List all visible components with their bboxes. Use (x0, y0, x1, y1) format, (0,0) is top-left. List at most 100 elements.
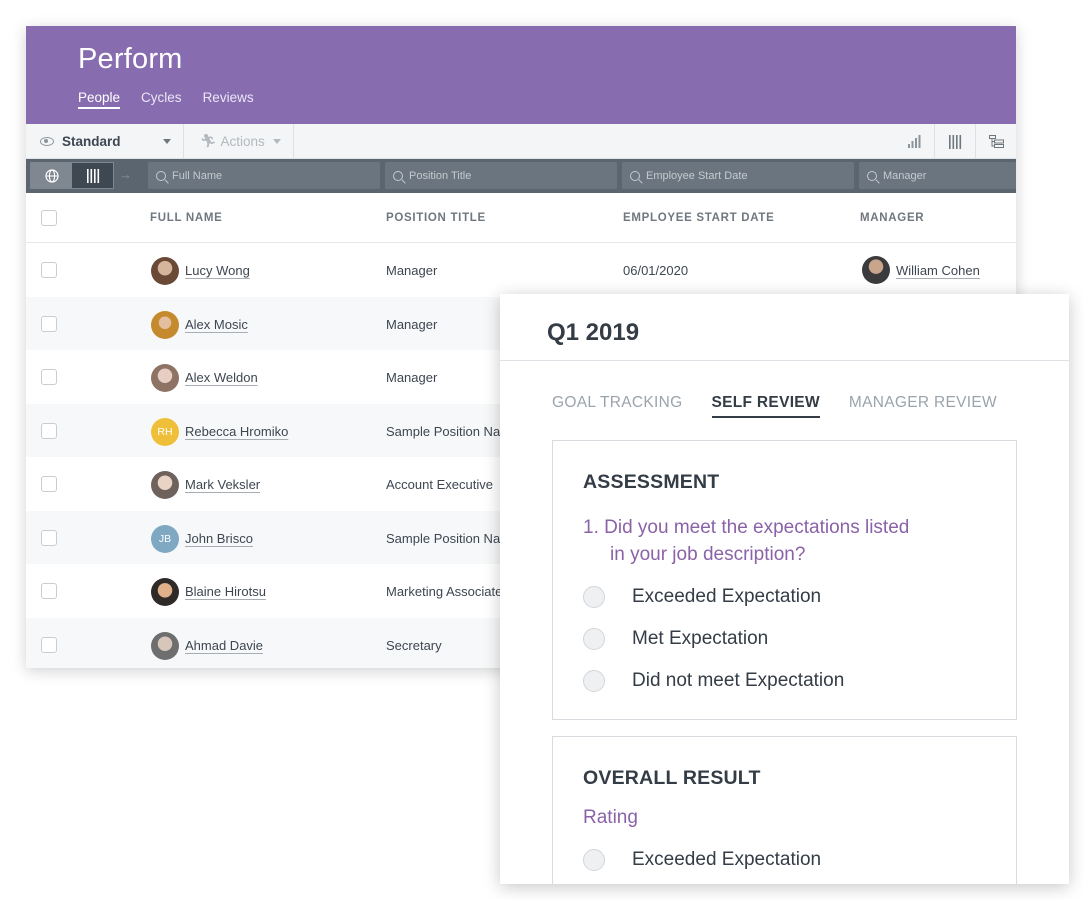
option-label: Exceeded Expectation (632, 586, 822, 607)
column-filter-button[interactable] (72, 163, 113, 188)
position-title: Sample Position Nar (386, 423, 505, 439)
divider (500, 360, 1069, 361)
hierarchy-icon (988, 135, 1004, 148)
row-checkbox[interactable] (41, 636, 57, 653)
review-title: Q1 2019 (547, 319, 640, 346)
option-label: Exceeded Expectation (632, 849, 822, 870)
select-all-checkbox[interactable] (41, 210, 57, 226)
column-header-start-date[interactable]: EMPLOYEE START DATE (623, 212, 775, 224)
start-date-filter[interactable]: Employee Start Date (622, 162, 854, 189)
employee-name-link[interactable]: Ahmad Davie (185, 638, 263, 653)
manager-name-link[interactable]: William Cohen (896, 263, 980, 278)
tree-view-button[interactable] (975, 124, 1016, 159)
option-label: Did not meet Expectation (632, 670, 845, 691)
nav-tab-people[interactable]: People (78, 90, 121, 109)
position-title: Secretary (386, 637, 442, 653)
avatar-initials: JB (151, 524, 179, 553)
app-header: Perform People Cycles Reviews (26, 26, 1016, 124)
run-icon: 🏃︎ (200, 133, 217, 148)
assessment-heading: ASSESSMENT (583, 471, 720, 493)
column-header-position[interactable]: POSITION TITLE (386, 212, 486, 224)
question-line-1: 1. Did you meet the expectations listed (583, 517, 910, 538)
option-exceeded[interactable]: Exceeded Expectation (583, 586, 821, 608)
globe-icon (44, 168, 59, 183)
row-checkbox[interactable] (41, 262, 57, 278)
view-selector-label: Standard (62, 133, 121, 149)
chart-button[interactable] (893, 124, 934, 159)
radio-button[interactable] (583, 670, 605, 692)
avatar (151, 578, 179, 606)
nav-tab-cycles[interactable]: Cycles (141, 90, 182, 109)
toolbar: Standard 🏃︎ Actions (26, 123, 1016, 159)
columns-icon (949, 134, 962, 149)
manager-avatar (862, 256, 890, 284)
chevron-down-icon (163, 138, 171, 144)
row-checkbox[interactable] (41, 529, 57, 546)
employee-name-link[interactable]: Mark Veksler (185, 477, 260, 492)
employee-name-link[interactable]: Lucy Wong (185, 263, 250, 278)
employee-name-link[interactable]: Blaine Hirotsu (185, 584, 266, 599)
row-checkbox[interactable] (41, 422, 57, 439)
avatar (151, 310, 179, 339)
row-checkbox[interactable] (41, 476, 57, 492)
bar-chart-icon (907, 135, 920, 148)
avatar (151, 257, 179, 285)
eye-icon (40, 136, 54, 146)
overall-result-heading: OVERALL RESULT (583, 767, 761, 789)
position-title: Account Executive (386, 477, 493, 492)
row-checkbox[interactable] (41, 369, 57, 385)
main-nav: People Cycles Reviews (78, 90, 254, 109)
view-selector[interactable]: Standard (26, 123, 184, 159)
tab-manager-review[interactable]: MANAGER REVIEW (849, 394, 997, 418)
columns-icon (86, 168, 99, 183)
column-header-manager[interactable]: MANAGER (860, 212, 924, 224)
avatar (151, 471, 179, 499)
row-checkbox[interactable] (41, 315, 57, 332)
position-title: Manager (386, 263, 438, 278)
employee-name-link[interactable]: Alex Weldon (185, 370, 258, 385)
filter-bar: → Full Name Position Title Employee Star… (26, 159, 1016, 193)
search-icon (867, 170, 877, 181)
position-title: Marketing Associate (386, 584, 503, 599)
global-filter-button[interactable] (31, 163, 72, 188)
rating-label: Rating (583, 807, 638, 828)
option-not-met[interactable]: Did not meet Expectation (583, 670, 844, 692)
review-panel: Q1 2019 GOAL TRACKING SELF REVIEW MANAGE… (500, 294, 1069, 884)
avatar (151, 631, 179, 660)
full-name-filter[interactable]: Full Name (148, 162, 380, 189)
assessment-card: ASSESSMENT 1. Did you meet the expectati… (552, 440, 1017, 720)
position-title: Manager (386, 316, 438, 332)
employee-name-link[interactable]: John Brisco (185, 531, 253, 546)
arrow-right-icon: → (119, 167, 132, 182)
radio-button[interactable] (583, 586, 605, 608)
option-met[interactable]: Met Expectation (583, 628, 768, 650)
nav-tab-reviews[interactable]: Reviews (203, 90, 254, 109)
option-exceeded[interactable]: Exceeded Expectation (583, 849, 821, 871)
full-name-filter-placeholder: Full Name (172, 169, 223, 182)
columns-button[interactable] (934, 124, 975, 159)
start-date: 06/01/2020 (623, 263, 689, 278)
manager-filter[interactable]: Manager (859, 162, 1016, 189)
employee-name-link[interactable]: Rebecca Hromiko (185, 424, 288, 439)
avatar-initials: RH (151, 417, 179, 446)
row-checkbox[interactable] (41, 583, 57, 599)
overall-result-card: OVERALL RESULT Rating Exceeded Expectati… (552, 736, 1017, 884)
radio-button[interactable] (583, 628, 605, 650)
actions-menu[interactable]: 🏃︎ Actions (184, 123, 294, 159)
table-header: FULL NAME POSITION TITLE EMPLOYEE START … (26, 193, 1016, 243)
manager-filter-placeholder: Manager (883, 169, 927, 182)
app-title: Perform (78, 43, 183, 75)
column-header-full-name[interactable]: FULL NAME (150, 212, 223, 224)
search-icon (156, 170, 166, 181)
tab-self-review[interactable]: SELF REVIEW (711, 394, 820, 418)
position-title: Sample Position Nar (386, 530, 505, 546)
position-filter[interactable]: Position Title (385, 162, 617, 189)
table-row[interactable]: Lucy Wong Manager 06/01/2020 William Coh… (26, 243, 1016, 297)
search-icon (630, 170, 640, 181)
assessment-question: 1. Did you meet the expectations listed … (583, 514, 993, 568)
tab-goal-tracking[interactable]: GOAL TRACKING (552, 394, 683, 418)
employee-name[interactable]: Alex Mosic (185, 317, 248, 332)
actions-label: Actions (220, 133, 265, 149)
avatar (151, 364, 179, 392)
radio-button[interactable] (583, 849, 605, 871)
